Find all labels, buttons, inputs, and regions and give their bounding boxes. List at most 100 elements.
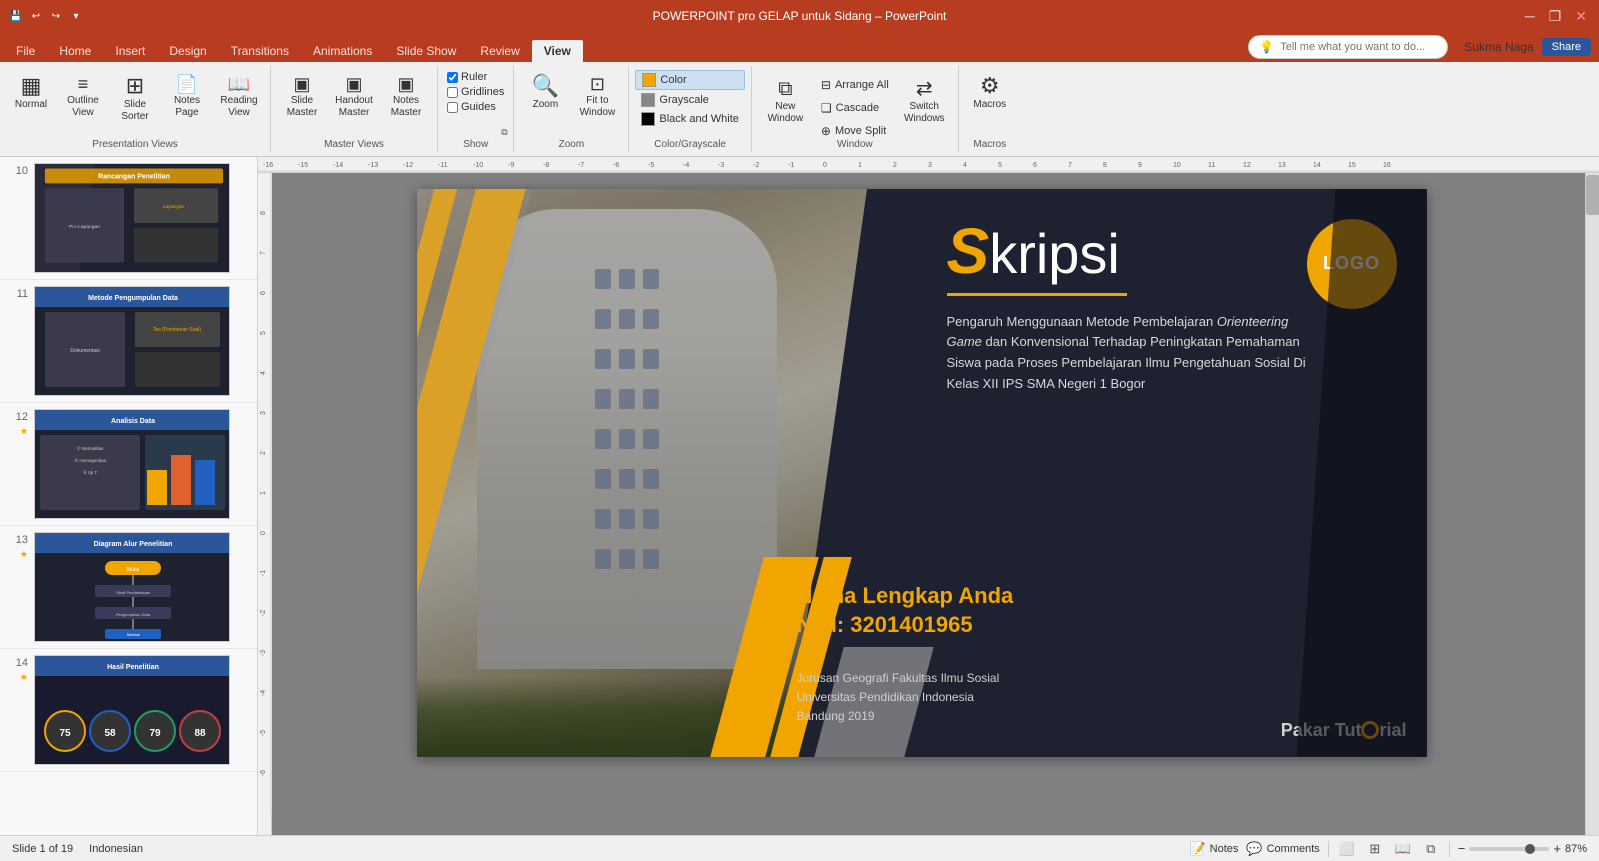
svg-text:-7: -7 — [578, 162, 584, 169]
cascade-button[interactable]: ❏ Cascade — [814, 97, 896, 119]
outline-view-label: Outline View — [61, 95, 105, 119]
gridlines-checkbox[interactable]: Gridlines — [444, 85, 507, 99]
yellow-divider — [947, 293, 1127, 296]
show-expand-icon[interactable]: ⧉ — [498, 126, 510, 138]
reading-view-button[interactable]: 📖 Reading View — [214, 70, 264, 135]
outline-view-button[interactable]: ≡ Outline View — [58, 70, 108, 135]
svg-text:Analisis Data: Analisis Data — [111, 418, 155, 425]
svg-text:-5: -5 — [648, 162, 654, 169]
slide-sorter-status-button[interactable]: ⊞ — [1365, 839, 1385, 859]
tab-insert[interactable]: Insert — [103, 40, 157, 62]
handout-master-button[interactable]: ▣ Handout Master — [329, 70, 379, 135]
group-show: Ruler Gridlines Guides Show ⧉ — [438, 66, 514, 152]
tell-me-input[interactable] — [1280, 41, 1437, 53]
normal-view-status-button[interactable]: ⬜ — [1337, 839, 1357, 859]
slide-thumb-13[interactable]: 13 ★ Diagram Alur Penelitian Mulai Studi… — [0, 526, 257, 649]
svg-text:6: 6 — [1033, 162, 1037, 169]
ruler-checkbox[interactable]: Ruler — [444, 70, 507, 84]
new-window-label: New Window — [761, 101, 810, 125]
svg-text:79: 79 — [149, 728, 161, 739]
black-white-button[interactable]: Black and White — [635, 110, 744, 128]
presenter-view-status-button[interactable]: ⧉ — [1421, 839, 1441, 859]
move-split-icon: ⊕ — [821, 124, 831, 138]
slide-panel-scroll[interactable]: 10 Rancangan Penelitian Pro Lapangan Lap… — [0, 157, 257, 835]
minimize-button[interactable]: ─ — [1521, 8, 1539, 24]
tab-design[interactable]: Design — [157, 40, 218, 62]
slide-master-icon: ▣ — [293, 75, 310, 93]
slide-thumb-10[interactable]: 10 Rancangan Penelitian Pro Lapangan Lap… — [0, 157, 257, 280]
tab-file[interactable]: File — [4, 40, 47, 62]
reading-view-status-button[interactable]: 📖 — [1393, 839, 1413, 859]
macros-button[interactable]: ⚙ Macros — [965, 70, 1015, 135]
tab-review[interactable]: Review — [468, 40, 531, 62]
group-show-label: Show — [438, 139, 513, 150]
close-button[interactable]: ✕ — [1571, 8, 1591, 25]
tab-home[interactable]: Home — [47, 40, 103, 62]
notes-label[interactable]: Notes — [1210, 843, 1239, 855]
arrange-all-button[interactable]: ⊟ Arrange All — [814, 74, 896, 96]
handout-master-label: Handout Master — [332, 95, 376, 119]
slide-canvas[interactable]: LOGO Skripsi Pengaruh Menggunaan Metode … — [417, 189, 1427, 757]
user-area: Sukma Naga Share — [1464, 38, 1591, 56]
zoom-in-icon[interactable]: + — [1553, 841, 1561, 856]
redo-icon[interactable]: ↪ — [48, 8, 64, 24]
tell-me-bar[interactable]: 💡 — [1248, 35, 1448, 59]
svg-text:① Normalitas: ① Normalitas — [77, 446, 105, 451]
guides-checkbox[interactable]: Guides — [444, 100, 507, 114]
title-bar: 💾 ↩ ↪ ▾ POWERPOINT pro GELAP untuk Sidan… — [0, 0, 1599, 32]
svg-text:5: 5 — [998, 162, 1002, 169]
svg-text:Pengumpulan Data: Pengumpulan Data — [116, 612, 151, 617]
quick-access-toolbar: 💾 ↩ ↪ ▾ — [8, 8, 84, 24]
svg-text:11: 11 — [1208, 162, 1215, 169]
slide-thumb-14[interactable]: 14 ★ Hasil Penelitian 75 58 79 — [0, 649, 257, 772]
gridlines-check[interactable] — [447, 87, 458, 98]
svg-text:1: 1 — [858, 162, 862, 169]
vertical-scrollbar[interactable] — [1585, 173, 1599, 835]
svg-text:-4: -4 — [683, 162, 689, 169]
svg-text:Lapangan: Lapangan — [163, 204, 185, 210]
switch-windows-button[interactable]: ⇄ Switch Windows — [897, 74, 952, 139]
slide-thumb-11[interactable]: 11 Metode Pengumpulan Data Dokumentasi T… — [0, 280, 257, 403]
normal-view-button[interactable]: ▦ Normal — [6, 70, 56, 135]
fit-to-window-icon: ⊡ — [590, 75, 605, 93]
status-right: 📝 Notes 💬 Comments ⬜ ⊞ 📖 ⧉ − + 87% — [1189, 839, 1587, 859]
svg-text:Mulai: Mulai — [127, 567, 139, 573]
tab-slide-show[interactable]: Slide Show — [384, 40, 468, 62]
svg-text:Dokumentasi: Dokumentasi — [70, 348, 99, 354]
color-button[interactable]: Color — [635, 70, 744, 90]
zoom-out-icon[interactable]: − — [1458, 841, 1466, 856]
tab-animations[interactable]: Animations — [301, 40, 384, 62]
notes-master-button[interactable]: ▣ Notes Master — [381, 70, 431, 135]
svg-text:Rancangan Penelitian: Rancangan Penelitian — [98, 173, 170, 180]
svg-text:15: 15 — [1348, 162, 1356, 169]
undo-icon[interactable]: ↩ — [28, 8, 44, 24]
outline-view-icon: ≡ — [78, 75, 89, 93]
grayscale-button[interactable]: Grayscale — [635, 91, 744, 109]
slide-num-11: 11 — [8, 286, 28, 300]
zoom-slider[interactable] — [1469, 847, 1549, 851]
notes-page-button[interactable]: 📄 Notes Page — [162, 70, 212, 135]
slide-master-button[interactable]: ▣ Slide Master — [277, 70, 327, 135]
share-button[interactable]: Share — [1542, 38, 1591, 56]
save-icon[interactable]: 💾 — [8, 8, 24, 24]
ruler-check[interactable] — [447, 72, 458, 83]
tab-transitions[interactable]: Transitions — [219, 40, 301, 62]
svg-text:0: 0 — [823, 162, 827, 169]
new-window-button[interactable]: ⧉ New Window — [758, 74, 813, 139]
customize-qa-icon[interactable]: ▾ — [68, 8, 84, 24]
ribbon: ▦ Normal ≡ Outline View ⊞ Slide Sorter 📄… — [0, 62, 1599, 157]
slide-star-12: ★ — [20, 426, 28, 437]
restore-button[interactable]: ❐ — [1545, 8, 1566, 25]
tab-view[interactable]: View — [532, 40, 583, 62]
macros-label: Macros — [973, 99, 1006, 111]
handout-master-icon: ▣ — [345, 75, 362, 93]
slide-sorter-button[interactable]: ⊞ Slide Sorter — [110, 70, 160, 135]
guides-check[interactable] — [447, 102, 458, 113]
fit-to-window-button[interactable]: ⊡ Fit to Window — [572, 70, 622, 135]
slide-star-14: ★ — [20, 672, 28, 683]
comments-label[interactable]: Comments — [1267, 843, 1320, 855]
scrollbar-thumb[interactable] — [1586, 175, 1599, 215]
window-title: POWERPOINT pro GELAP untuk Sidang – Powe… — [653, 9, 947, 23]
zoom-button[interactable]: 🔍 Zoom — [520, 70, 570, 135]
slide-thumb-12[interactable]: 12 ★ Analisis Data ① Normalitas ② — [0, 403, 257, 526]
